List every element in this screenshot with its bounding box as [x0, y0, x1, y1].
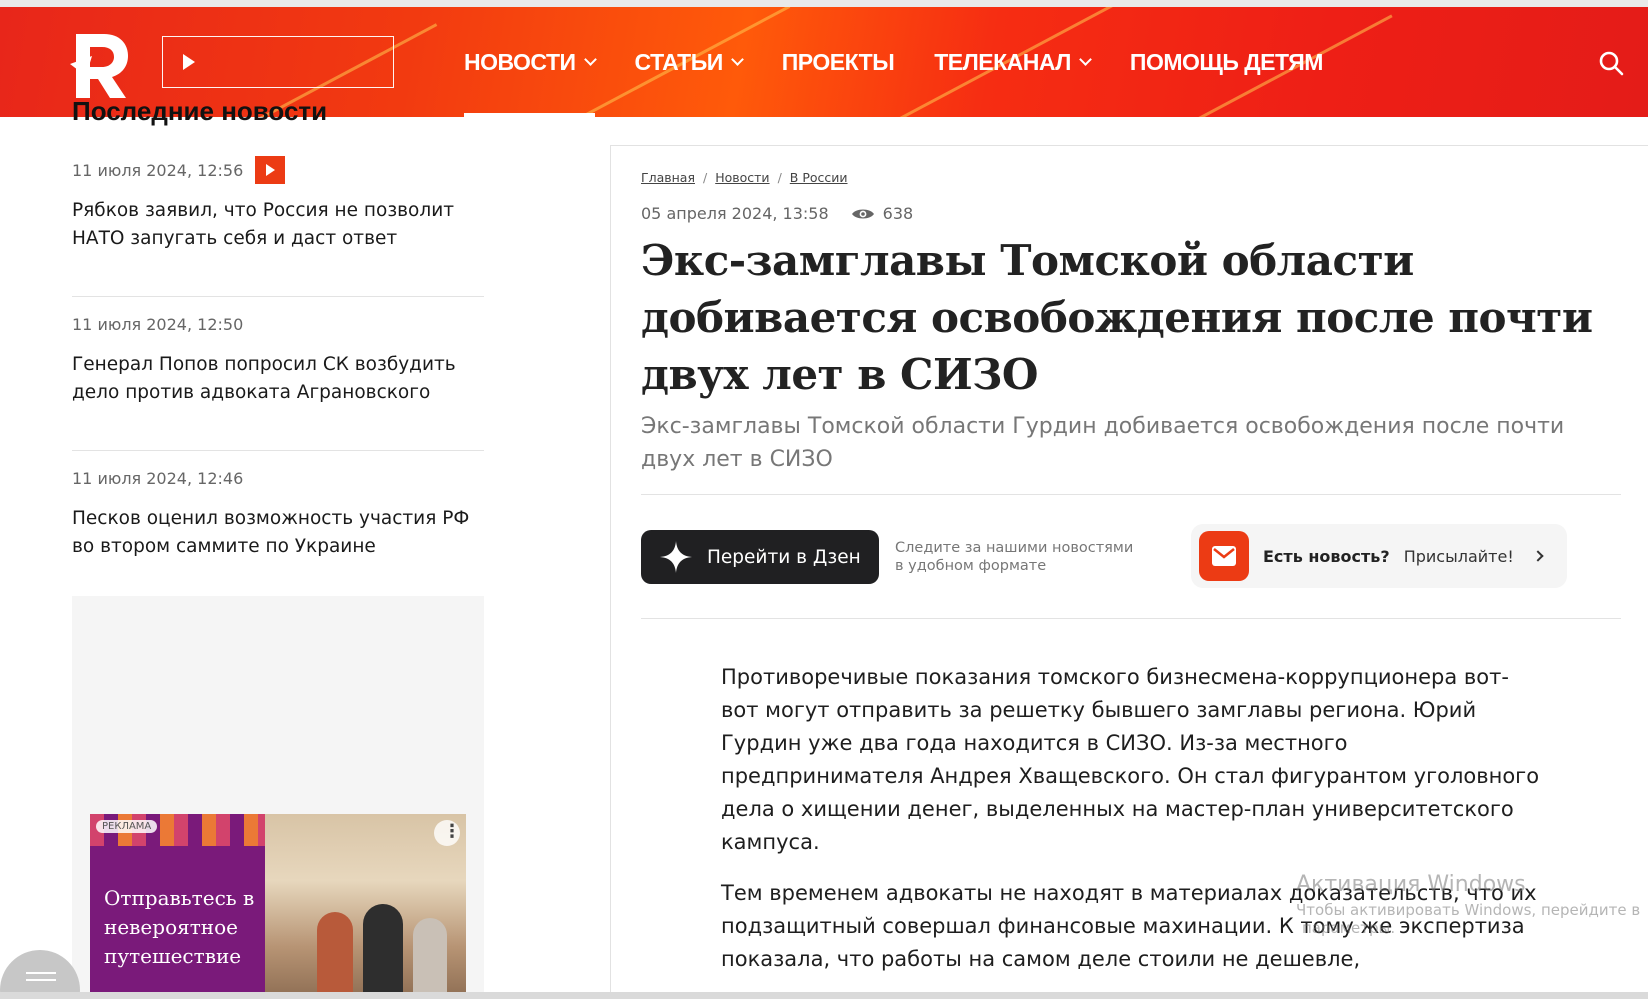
browser-top-strip — [0, 0, 1648, 7]
divider — [641, 494, 1621, 495]
ren-tv-logo[interactable] — [70, 30, 130, 102]
article-headline: Экс-замглавы Томской области добивается … — [641, 236, 1593, 399]
news-date: 11 июля 2024, 12:50 — [72, 307, 484, 341]
ad-area: РЕКЛАМА Отправьтесь в невероятное путеше… — [72, 596, 484, 999]
tip-action: Присылайте! — [1403, 546, 1514, 566]
main-nav: НОВОСТИ СТАТЬИ ПРОЕКТЫ ТЕЛЕКАНАЛ ПОМОЩЬ … — [464, 7, 1363, 117]
news-date: 11 июля 2024, 12:46 — [72, 461, 484, 495]
search-icon[interactable] — [1598, 50, 1624, 76]
nav-item-label: ТЕЛЕКАНАЛ — [934, 48, 1071, 75]
breadcrumb-home[interactable]: Главная — [641, 170, 695, 185]
news-date-text: 11 июля 2024, 12:46 — [72, 468, 244, 488]
article-date: 05 апреля 2024, 13:58 — [641, 204, 829, 223]
article-body: Противоречивые показания томского бизнес… — [721, 661, 1541, 994]
news-item[interactable]: 11 июля 2024, 12:56 Рябков заявил, что Р… — [72, 143, 484, 297]
nav-item-articles[interactable]: СТАТЬИ — [634, 7, 744, 117]
nav-item-label: НОВОСТИ — [464, 48, 576, 75]
nav-item-label: СТАТЬИ — [634, 48, 724, 75]
ad-text: Отправьтесь в невероятное путешествие — [104, 886, 255, 968]
news-title-link[interactable]: Рябков заявил, что Россия не позволит НА… — [72, 197, 484, 253]
nav-item-label: ПРОЕКТЫ — [781, 48, 895, 75]
dzen-button-label: Перейти в Дзен — [707, 546, 861, 568]
ad-label: РЕКЛАМА — [96, 820, 158, 833]
news-item[interactable]: 11 июля 2024, 12:46 Песков оценил возмож… — [72, 451, 484, 605]
send-news-button[interactable]: Есть новость? Присылайте! — [1191, 524, 1567, 588]
video-badge-icon — [255, 156, 286, 184]
news-item[interactable]: 11 июля 2024, 12:50 Генерал Попов попрос… — [72, 297, 484, 451]
watermark-line: Чтобы активировать Windows, перейдите в — [1296, 901, 1641, 919]
windows-activation-watermark: Активация Windows Чтобы активировать Win… — [1296, 872, 1648, 937]
article: Главная / Новости / В России 05 апреля 2… — [610, 145, 1648, 999]
tip-question: Есть новость? — [1263, 546, 1390, 566]
live-video-button[interactable] — [162, 36, 394, 88]
play-icon — [183, 54, 195, 70]
watermark-line: параметры. — [1302, 919, 1396, 937]
menu-icon — [26, 972, 56, 974]
dzen-star-icon — [660, 541, 692, 573]
watermark-line: Активация Windows — [1296, 872, 1526, 897]
sidebar-title: Последние новости — [72, 96, 328, 126]
article-meta: 05 апреля 2024, 13:58 638 — [641, 204, 913, 223]
dzen-button[interactable]: Перейти в Дзен — [641, 530, 879, 584]
article-subtitle: Экс-замглавы Томской области Гурдин доби… — [641, 414, 1565, 472]
nav-item-tv-channel[interactable]: ТЕЛЕКАНАЛ — [934, 7, 1092, 117]
eye-icon — [851, 209, 874, 218]
chevron-down-icon — [1079, 52, 1092, 66]
breadcrumb: Главная / Новости / В России — [641, 170, 848, 185]
chevron-down-icon — [583, 52, 597, 66]
page: НОВОСТИ СТАТЬИ ПРОЕКТЫ ТЕЛЕКАНАЛ ПОМОЩЬ … — [0, 0, 1648, 999]
nav-item-news[interactable]: НОВОСТИ — [464, 7, 597, 117]
ad-photo — [265, 814, 466, 999]
horizontal-scrollbar[interactable] — [0, 992, 1648, 999]
more-options-icon[interactable] — [434, 820, 461, 846]
article-paragraph: Противоречивые показания томского бизнес… — [721, 665, 1540, 854]
news-title-link[interactable]: Песков оценил возможность участия РФ во … — [72, 505, 484, 561]
breadcrumb-russia[interactable]: В России — [790, 170, 848, 185]
news-title-link[interactable]: Генерал Попов попросил СК возбудить дело… — [72, 351, 484, 407]
breadcrumb-news[interactable]: Новости — [715, 170, 769, 185]
news-date-text: 11 июля 2024, 12:50 — [72, 314, 244, 334]
news-date-text: 11 июля 2024, 12:56 — [72, 160, 244, 180]
dzen-note: Следите за нашими новостями в удобном фо… — [895, 540, 1134, 574]
ad-banner[interactable]: РЕКЛАМА Отправьтесь в невероятное путеше… — [90, 814, 466, 999]
divider — [641, 618, 1621, 619]
nav-item-help-children[interactable]: ПОМОЩЬ ДЕТЯМ — [1129, 7, 1324, 117]
chevron-down-icon — [730, 52, 744, 66]
nav-item-projects[interactable]: ПРОЕКТЫ — [781, 7, 895, 117]
latest-news-list: 11 июля 2024, 12:56 Рябков заявил, что Р… — [72, 143, 484, 605]
news-date: 11 июля 2024, 12:56 — [72, 153, 484, 187]
view-count: 638 — [882, 204, 914, 223]
nav-item-label: ПОМОЩЬ ДЕТЯМ — [1129, 48, 1324, 75]
mail-icon — [1199, 531, 1249, 581]
chevron-right-icon — [1532, 550, 1544, 562]
